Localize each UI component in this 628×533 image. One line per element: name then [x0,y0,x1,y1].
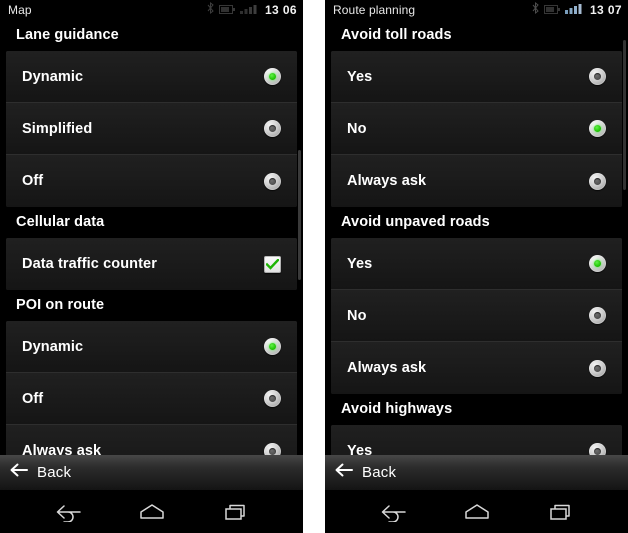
section-header-cellular-data: Cellular data [0,207,303,238]
status-bar-right: Route planning 13 07 [325,0,628,20]
list-item[interactable]: Yes [331,51,622,103]
navigation-back-icon[interactable] [39,497,95,527]
option-group-avoid-toll-roads: Yes No Always ask [331,51,622,207]
signal-bars-icon [564,1,585,19]
settings-scroll-area-right[interactable]: Avoid toll roads Yes No Always ask Avoid… [325,20,628,455]
option-group-avoid-highways: Yes [331,425,622,455]
status-bar-clock-left: 13 06 [264,3,297,17]
list-item[interactable]: Off [6,373,297,425]
row-label: Off [22,173,44,189]
row-label: Always ask [22,443,102,455]
panel-divider [303,0,325,533]
arrow-left-icon [10,463,28,482]
status-bar-app-title-left: Map [8,3,32,17]
option-group-poi-on-route: Dynamic Off Always ask [6,321,297,455]
radio-button-selected-icon[interactable] [264,338,281,355]
android-nav-bar-right [325,490,628,533]
status-bar-app-title-right: Route planning [333,3,416,17]
radio-button-icon[interactable] [589,172,606,190]
list-item[interactable]: No [331,103,622,155]
back-bar-left[interactable]: Back [0,455,303,490]
row-label: Yes [347,68,373,85]
checkbox-checked-icon[interactable] [264,255,281,273]
back-bar-right[interactable]: Back [325,455,628,490]
list-item[interactable]: Always ask [331,342,622,394]
section-lane-guidance: Lane guidance Dynamic Simplified Off [0,20,303,207]
row-label: Yes [347,443,373,455]
status-bar-icons-left: 13 06 [207,1,297,19]
row-label: Off [22,390,44,407]
row-label: Always ask [347,360,427,376]
navigation-recents-icon[interactable] [534,497,590,527]
section-avoid-highways: Avoid highways Yes [325,394,628,455]
section-header-avoid-toll-roads: Avoid toll roads [325,20,628,51]
section-avoid-toll-roads: Avoid toll roads Yes No Always ask [325,20,628,207]
radio-button-icon[interactable] [264,172,281,190]
arrow-left-icon [335,463,353,482]
radio-button-icon[interactable] [589,442,606,455]
battery-icon [218,1,235,19]
phone-screen-map-settings: Map 13 06 Lane guidance Dynamic Simplifi… [0,0,303,533]
back-button-label: Back [362,464,397,481]
signal-bars-icon [239,1,260,19]
row-label: Data traffic counter [22,256,157,272]
vertical-scrollbar-right[interactable] [623,40,626,190]
option-group-avoid-unpaved-roads: Yes No Always ask [331,238,622,394]
row-label: No [347,120,367,137]
row-label: Yes [347,255,373,272]
row-label: Always ask [347,173,427,189]
list-item[interactable]: Data traffic counter [6,238,297,290]
section-header-avoid-highways: Avoid highways [325,394,628,425]
row-label: Simplified [22,120,93,137]
row-label: Dynamic [22,68,84,85]
android-nav-bar-left [0,490,303,533]
radio-button-icon[interactable] [264,442,281,455]
bluetooth-icon [532,1,539,19]
list-item[interactable]: Dynamic [6,321,297,373]
list-item[interactable]: Yes [331,425,622,455]
radio-button-icon[interactable] [264,390,281,407]
navigation-back-icon[interactable] [364,497,420,527]
section-header-lane-guidance: Lane guidance [0,20,303,51]
radio-button-selected-icon[interactable] [589,120,606,137]
battery-icon [543,1,560,19]
navigation-recents-icon[interactable] [209,497,265,527]
row-label: Dynamic [22,338,84,355]
status-bar-clock-right: 13 07 [589,3,622,17]
navigation-home-icon[interactable] [124,497,180,527]
phone-screen-route-planning: Route planning 13 07 Avoid toll roads Ye… [325,0,628,533]
back-button-label: Back [37,464,72,481]
list-item[interactable]: No [331,290,622,342]
screenshot-root: Map 13 06 Lane guidance Dynamic Simplifi… [0,0,628,533]
section-poi-on-route: POI on route Dynamic Off Always ask [0,290,303,455]
radio-button-icon[interactable] [589,307,606,324]
radio-button-selected-icon[interactable] [589,255,606,272]
status-bar-icons-right: 13 07 [532,1,622,19]
list-item[interactable]: Always ask [331,155,622,207]
settings-scroll-area-left[interactable]: Lane guidance Dynamic Simplified Off Cel… [0,20,303,455]
section-avoid-unpaved-roads: Avoid unpaved roads Yes No Always ask [325,207,628,394]
section-cellular-data: Cellular data Data traffic counter [0,207,303,290]
radio-button-icon[interactable] [589,359,606,377]
section-header-poi-on-route: POI on route [0,290,303,321]
option-group-cellular-data: Data traffic counter [6,238,297,290]
radio-button-icon[interactable] [264,120,281,137]
row-label: No [347,307,367,324]
list-item[interactable]: Simplified [6,103,297,155]
list-item[interactable]: Off [6,155,297,207]
bluetooth-icon [207,1,214,19]
list-item[interactable]: Dynamic [6,51,297,103]
list-item[interactable]: Always ask [6,425,297,455]
status-bar-left: Map 13 06 [0,0,303,20]
section-header-avoid-unpaved-roads: Avoid unpaved roads [325,207,628,238]
list-item[interactable]: Yes [331,238,622,290]
option-group-lane-guidance: Dynamic Simplified Off [6,51,297,207]
radio-button-icon[interactable] [589,68,606,85]
radio-button-selected-icon[interactable] [264,68,281,85]
navigation-home-icon[interactable] [449,497,505,527]
vertical-scrollbar-left[interactable] [298,150,301,280]
